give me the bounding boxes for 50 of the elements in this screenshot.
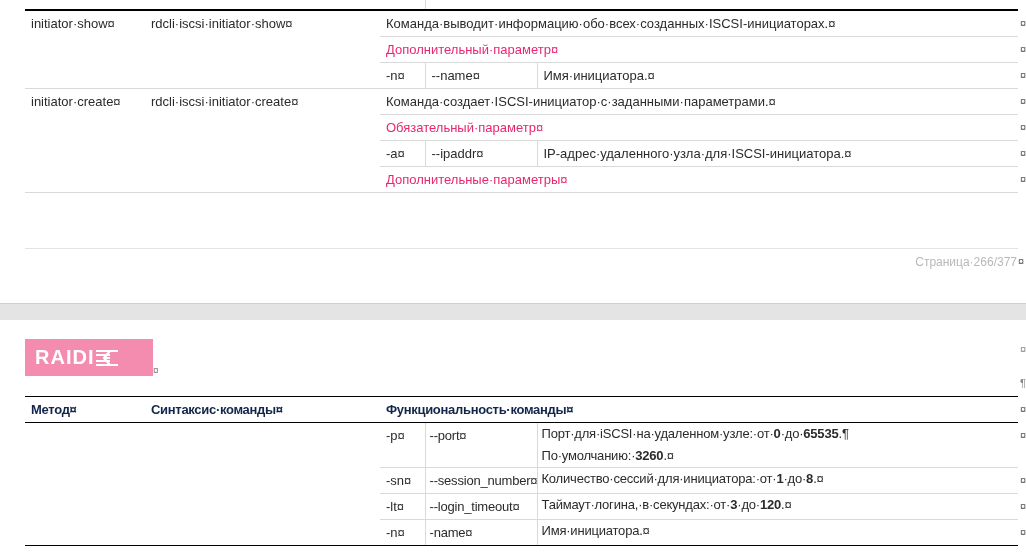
section-heading: Дополнительные·параметры¤ xyxy=(386,172,568,187)
short-option: -sn¤ xyxy=(386,473,412,488)
option-description: IP-адрес·удаленного·узла·для·ISCSI-инициатора.¤ xyxy=(543,146,852,161)
long-option: --name¤ xyxy=(431,68,480,83)
short-option: -n¤ xyxy=(386,525,405,540)
method-name: initiator·create¤ xyxy=(31,94,121,109)
column-header: Метод¤ xyxy=(31,402,77,417)
section-heading: Обязательный·параметр¤ xyxy=(386,120,544,135)
row-end-mark: ¤ xyxy=(1020,68,1026,81)
option-description: Таймаут·логина,·в·секундах:·от·3·до·120.¤ xyxy=(541,497,792,512)
column-header: Функциональность·команды¤ xyxy=(386,402,574,417)
row-end-mark: ¤ xyxy=(1020,402,1026,415)
row-end-mark: ¤ xyxy=(1020,146,1026,159)
command-description: Команда·создает·ISCSI-инициатор·с·заданными·параметрами.¤ xyxy=(386,94,776,109)
page-number: Страница·266/377 xyxy=(915,255,1017,269)
row-end-mark: ¤ xyxy=(1020,94,1026,107)
formatting-mark: ¤ xyxy=(1020,343,1026,355)
command-syntax: rdcli·iscsi·initiator·show¤ xyxy=(151,16,293,31)
option-description: По·умолчанию:·3260.¤ xyxy=(541,448,674,463)
method-name: initiator·show¤ xyxy=(31,16,115,31)
long-option: --ipaddr¤ xyxy=(431,146,484,161)
long-option: --port¤ xyxy=(429,428,467,443)
long-option: --login_timeout¤ xyxy=(429,499,520,514)
row-end-mark: ¤ xyxy=(1020,172,1026,185)
logo-mark-icon xyxy=(96,349,119,366)
column-header: Синтаксис·команды¤ xyxy=(151,402,283,417)
long-option: -name¤ xyxy=(429,525,473,540)
option-description: Имя·инициатора.¤ xyxy=(543,68,655,83)
row-end-mark: ¤ xyxy=(1020,473,1026,486)
row-end-mark: ¤ xyxy=(1020,428,1026,441)
short-option: -lt¤ xyxy=(386,499,405,514)
end-mark: ¤ xyxy=(153,365,159,376)
short-option: -a¤ xyxy=(386,146,405,161)
row-end-mark: ¤ xyxy=(1020,16,1026,29)
option-description: Порт·для·iSCSI·на·удаленном·узле:·от·0·до·65535.¶ xyxy=(541,426,849,441)
option-description: Имя·инициатора.¤ xyxy=(541,523,650,538)
row-end-mark: ¤ xyxy=(1020,499,1026,512)
short-option: -p¤ xyxy=(386,428,405,443)
short-option: -n¤ xyxy=(386,68,405,83)
logo: RAIDI xyxy=(25,339,153,376)
formatting-mark: ¶ xyxy=(1020,377,1026,389)
row-end-mark: ¤ xyxy=(1020,525,1026,538)
row-end-mark: ¤ xyxy=(1020,120,1026,133)
command-description: Команда·выводит·информацию·обо·всех·созданных·ISCSI-инициаторах.¤ xyxy=(386,16,836,31)
section-heading: Дополнительный·параметр¤ xyxy=(386,42,559,57)
command-syntax: rdcli·iscsi·initiator·create¤ xyxy=(151,94,299,109)
end-mark: ¤ xyxy=(1017,255,1026,269)
option-description: Количество·сессий·для·инициатора:·от·1·до·8.¤ xyxy=(541,471,824,486)
row-end-mark: ¤ xyxy=(1020,42,1026,55)
long-option: --session_number¤ xyxy=(429,473,538,488)
